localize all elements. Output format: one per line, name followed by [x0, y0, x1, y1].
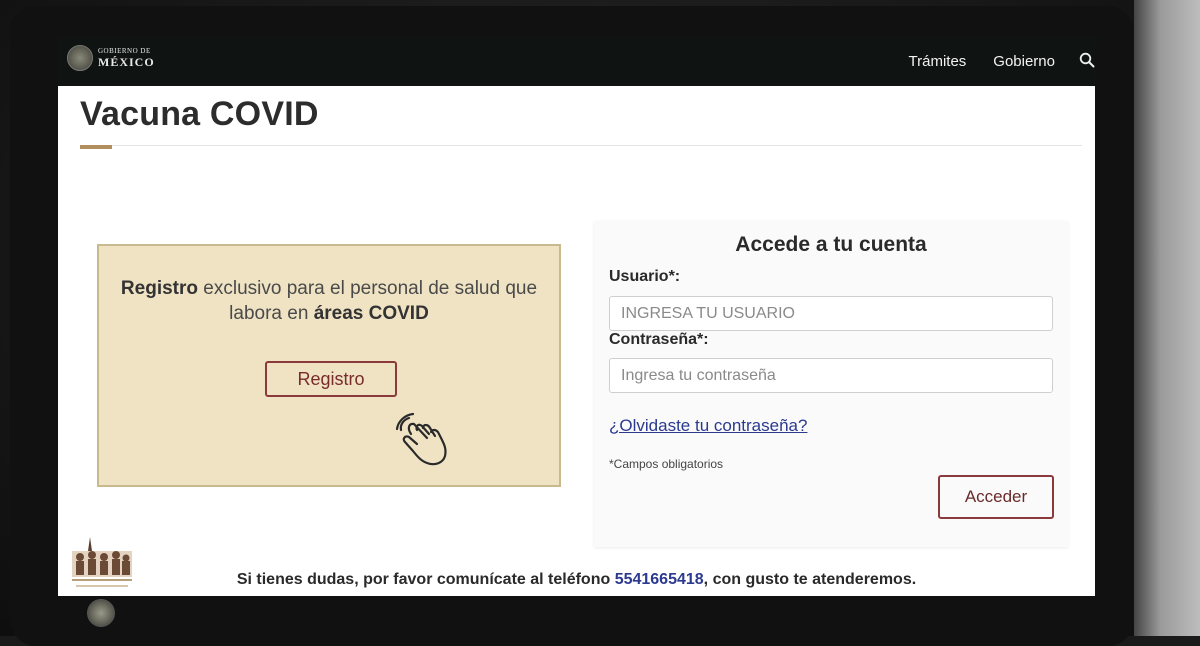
logo-text: GOBIERNO DE MÉXICO	[98, 47, 155, 69]
username-label: Usuario*:	[609, 268, 681, 285]
acceder-button[interactable]: Acceder	[938, 475, 1054, 519]
promo-bold-areas: áreas COVID	[313, 303, 429, 324]
promo-text: Registro exclusivo para el personal de s…	[99, 276, 559, 326]
contact-phone-link[interactable]: 5541665418	[615, 571, 704, 588]
page-title: Vacuna COVID	[80, 95, 319, 133]
photo-background: GOBIERNO DE MÉXICO Trámites Gobierno Vac…	[0, 0, 1200, 646]
national-seal-icon	[67, 45, 93, 71]
nav-link-gobierno[interactable]: Gobierno	[993, 53, 1055, 70]
title-accent-bar	[80, 145, 112, 149]
logo-line2: MÉXICO	[98, 55, 155, 69]
registration-promo-box: Registro exclusivo para el personal de s…	[97, 244, 561, 487]
gobierno-logo[interactable]: GOBIERNO DE MÉXICO	[67, 45, 155, 71]
footer-text-before: Si tienes dudas, por favor comunícate al…	[236, 571, 615, 588]
login-card: Accede a tu cuenta Usuario*: Contraseña*…	[594, 221, 1068, 547]
password-input[interactable]	[609, 358, 1053, 393]
registro-button[interactable]: Registro	[265, 361, 397, 397]
bottom-seal-icon	[87, 599, 115, 627]
nav-link-tramites[interactable]: Trámites	[909, 53, 967, 70]
title-divider	[80, 145, 1082, 146]
username-input[interactable]	[609, 296, 1053, 331]
contact-footer-text: Si tienes dudas, por favor comunícate al…	[58, 571, 1095, 589]
nav-links: Trámites Gobierno	[909, 37, 1056, 86]
top-navbar: GOBIERNO DE MÉXICO Trámites Gobierno	[58, 37, 1095, 86]
browser-viewport: GOBIERNO DE MÉXICO Trámites Gobierno Vac…	[58, 37, 1095, 596]
password-label: Contraseña*:	[609, 331, 709, 348]
forgot-password-link[interactable]: ¿Olvidaste tu contraseña?	[609, 416, 807, 436]
search-icon[interactable]	[1079, 52, 1095, 68]
login-title: Accede a tu cuenta	[735, 233, 927, 256]
required-fields-note: *Campos obligatorios	[609, 457, 724, 471]
background-edge	[1134, 0, 1200, 636]
promo-bold-registro: Registro	[120, 278, 198, 299]
logo-line1: GOBIERNO DE	[98, 47, 151, 55]
pointing-hand-icon	[395, 412, 447, 466]
footer-text-after: , con gusto te atenderemos.	[703, 571, 917, 588]
